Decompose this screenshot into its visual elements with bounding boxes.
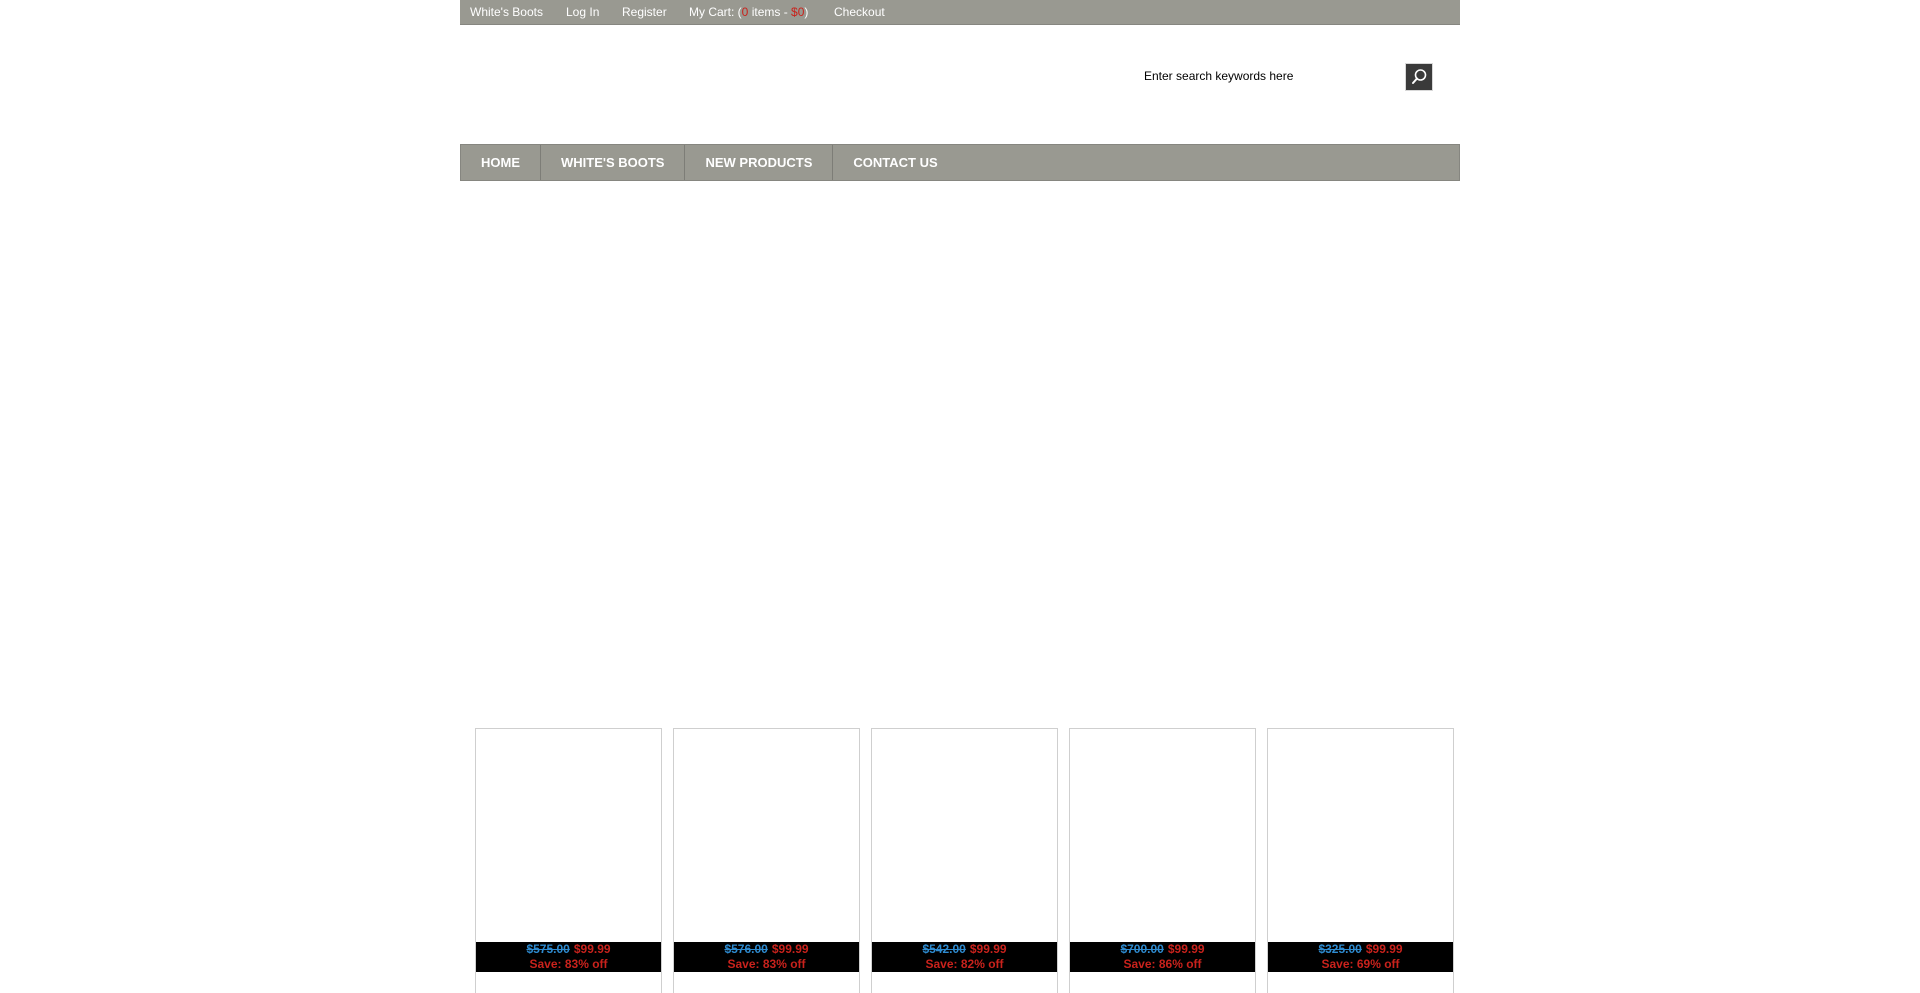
product-card[interactable]: $576.00 $99.99 Save: 83% off — [673, 728, 860, 993]
checkout-link[interactable]: Checkout — [834, 5, 885, 19]
cart-middle: items - — [748, 5, 792, 19]
save-text: Save: 86% off — [1123, 957, 1202, 971]
sale-price: $99.99 — [969, 942, 1007, 956]
nav-whites-boots[interactable]: White's Boots — [541, 145, 686, 180]
cart-prefix: My Cart: ( — [689, 5, 742, 19]
product-card[interactable]: $325.00 $99.99 Save: 69% off — [1267, 728, 1454, 993]
sale-price: $99.99 — [771, 942, 809, 956]
sale-price: $99.99 — [573, 942, 611, 956]
cart-suffix: ) — [804, 5, 809, 19]
sale-price: $99.99 — [1167, 942, 1205, 956]
top-bar: White's Boots Log In Register My Cart: (… — [460, 0, 1460, 25]
save-text: Save: 83% off — [727, 957, 806, 971]
product-card[interactable]: $575.00 $99.99 Save: 83% off — [475, 728, 662, 993]
nav-new-products[interactable]: New Products — [685, 145, 834, 180]
magnifier-icon — [1412, 69, 1427, 84]
save-text: Save: 83% off — [529, 957, 608, 971]
save-text: Save: 82% off — [925, 957, 1004, 971]
price-bar: $700.00 $99.99 Save: 86% off — [1070, 942, 1255, 972]
old-price: $700.00 — [1120, 942, 1164, 956]
page-wrapper: White's Boots Log In Register My Cart: (… — [460, 0, 1460, 993]
old-price: $325.00 — [1318, 942, 1362, 956]
save-text: Save: 69% off — [1321, 957, 1400, 971]
old-price: $576.00 — [724, 942, 768, 956]
nav-home[interactable]: Home — [461, 145, 541, 180]
login-link[interactable]: Log In — [566, 5, 599, 19]
brand-link[interactable]: White's Boots — [470, 5, 543, 19]
register-link[interactable]: Register — [622, 5, 667, 19]
old-price: $575.00 — [526, 942, 570, 956]
old-price: $542.00 — [922, 942, 966, 956]
price-bar: $542.00 $99.99 Save: 82% off — [872, 942, 1057, 972]
cart-link[interactable]: My Cart: (0 items - $0) — [689, 5, 808, 19]
price-bar: $325.00 $99.99 Save: 69% off — [1268, 942, 1453, 972]
sale-price: $99.99 — [1365, 942, 1403, 956]
search-button[interactable] — [1405, 63, 1433, 91]
cart-total: $0 — [791, 5, 805, 19]
nav-contact-us[interactable]: Contact Us — [833, 145, 957, 180]
product-card[interactable]: $542.00 $99.99 Save: 82% off — [871, 728, 1058, 993]
price-bar: $576.00 $99.99 Save: 83% off — [674, 942, 859, 972]
main-nav: Home White's Boots New Products Contact … — [460, 144, 1460, 181]
product-card[interactable]: $700.00 $99.99 Save: 86% off — [1069, 728, 1256, 993]
price-bar: $575.00 $99.99 Save: 83% off — [476, 942, 661, 972]
search-input[interactable] — [1140, 66, 1408, 86]
